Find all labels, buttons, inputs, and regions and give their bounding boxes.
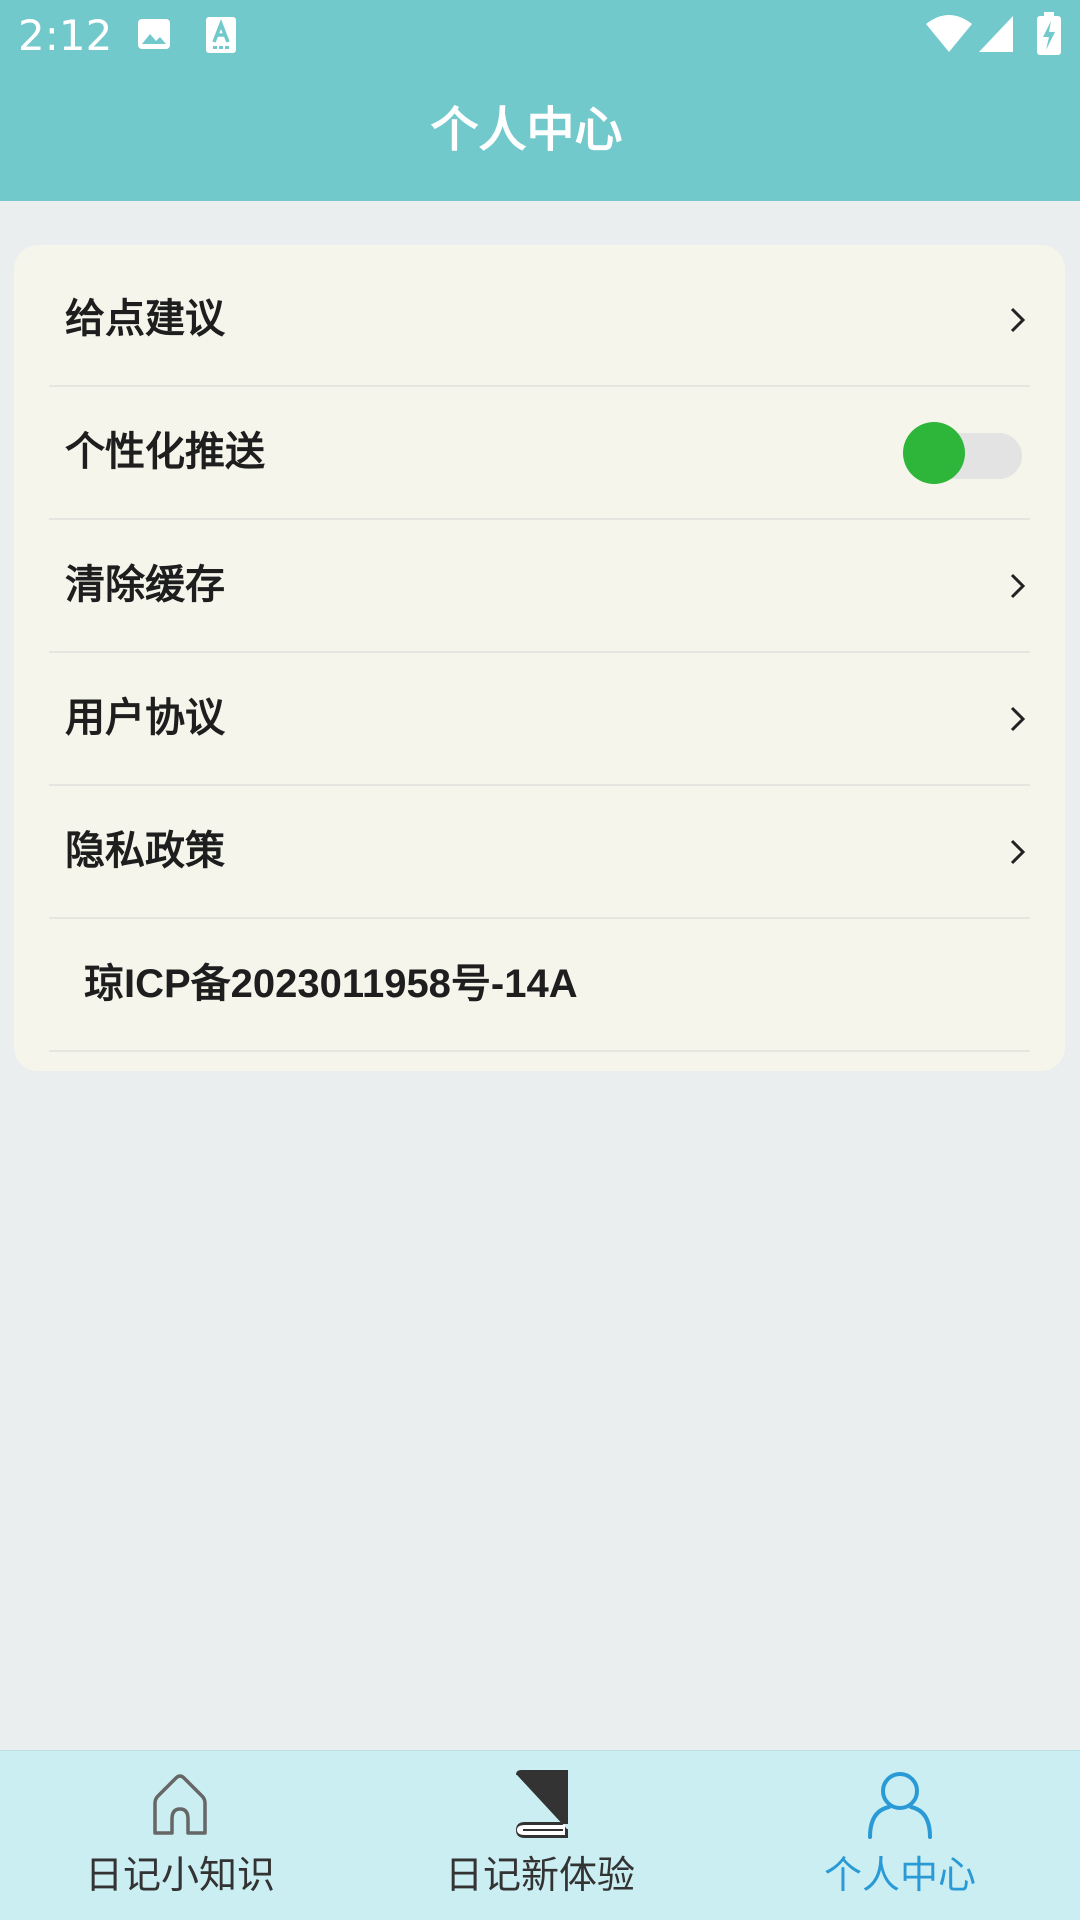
toggle-knob xyxy=(903,421,965,484)
settings-card: 给点建议 个性化推送 清除缓存 用户协议 隐私政策 琼ICP备202301195… xyxy=(14,245,1065,1071)
wifi-icon xyxy=(926,14,972,54)
settings-item-privacy-policy[interactable]: 隐私政策 xyxy=(49,786,1030,919)
nav-item-personal-center[interactable]: 个人中心 xyxy=(720,1751,1080,1920)
battery-charging-icon xyxy=(1036,12,1062,55)
page: 2:12 个人中心 给点建议 个性化推送 清除缓存 用户协议 隐私政策 琼ICP… xyxy=(0,0,1080,1920)
settings-item-user-agreement[interactable]: 用户协议 xyxy=(49,653,1030,786)
settings-item-label: 隐私政策 xyxy=(65,828,225,874)
chevron-right-icon xyxy=(1006,836,1030,868)
chevron-right-icon xyxy=(1006,570,1030,602)
icp-record-text: 琼ICP备2023011958号-14A xyxy=(84,962,578,1006)
settings-item-label: 给点建议 xyxy=(65,296,225,342)
personalized-push-toggle[interactable] xyxy=(903,421,1022,484)
settings-item-label: 清除缓存 xyxy=(65,562,225,608)
settings-item-label: 用户协议 xyxy=(65,695,225,741)
app-header: 2:12 个人中心 xyxy=(0,0,1080,201)
text-a-icon xyxy=(205,16,237,56)
settings-item-label: 个性化推送 xyxy=(65,429,265,475)
nav-item-diary-experience[interactable]: 日记新体验 xyxy=(360,1751,720,1920)
image-icon xyxy=(136,16,172,56)
settings-item-personalized-push: 个性化推送 xyxy=(49,387,1030,520)
settings-item-feedback[interactable]: 给点建议 xyxy=(49,254,1030,387)
settings-item-clear-cache[interactable]: 清除缓存 xyxy=(49,520,1030,653)
nav-label: 日记新体验 xyxy=(444,1853,635,1897)
signal-icon xyxy=(979,14,1015,54)
bottom-nav: 日记小知识 日记新体验 个人中心 xyxy=(0,1750,1080,1920)
home-icon xyxy=(145,1769,215,1839)
person-icon xyxy=(865,1769,935,1839)
nav-item-diary-tips[interactable]: 日记小知识 xyxy=(0,1751,360,1920)
nav-label: 日记小知识 xyxy=(84,1853,275,1897)
chevron-right-icon xyxy=(1006,703,1030,735)
nav-label: 个人中心 xyxy=(823,1853,976,1897)
settings-item-icp-record[interactable]: 琼ICP备2023011958号-14A xyxy=(49,919,1030,1052)
page-title: 个人中心 xyxy=(430,102,623,158)
chevron-right-icon xyxy=(1006,304,1030,336)
book-icon xyxy=(505,1769,575,1839)
status-time: 2:12 xyxy=(18,11,113,60)
